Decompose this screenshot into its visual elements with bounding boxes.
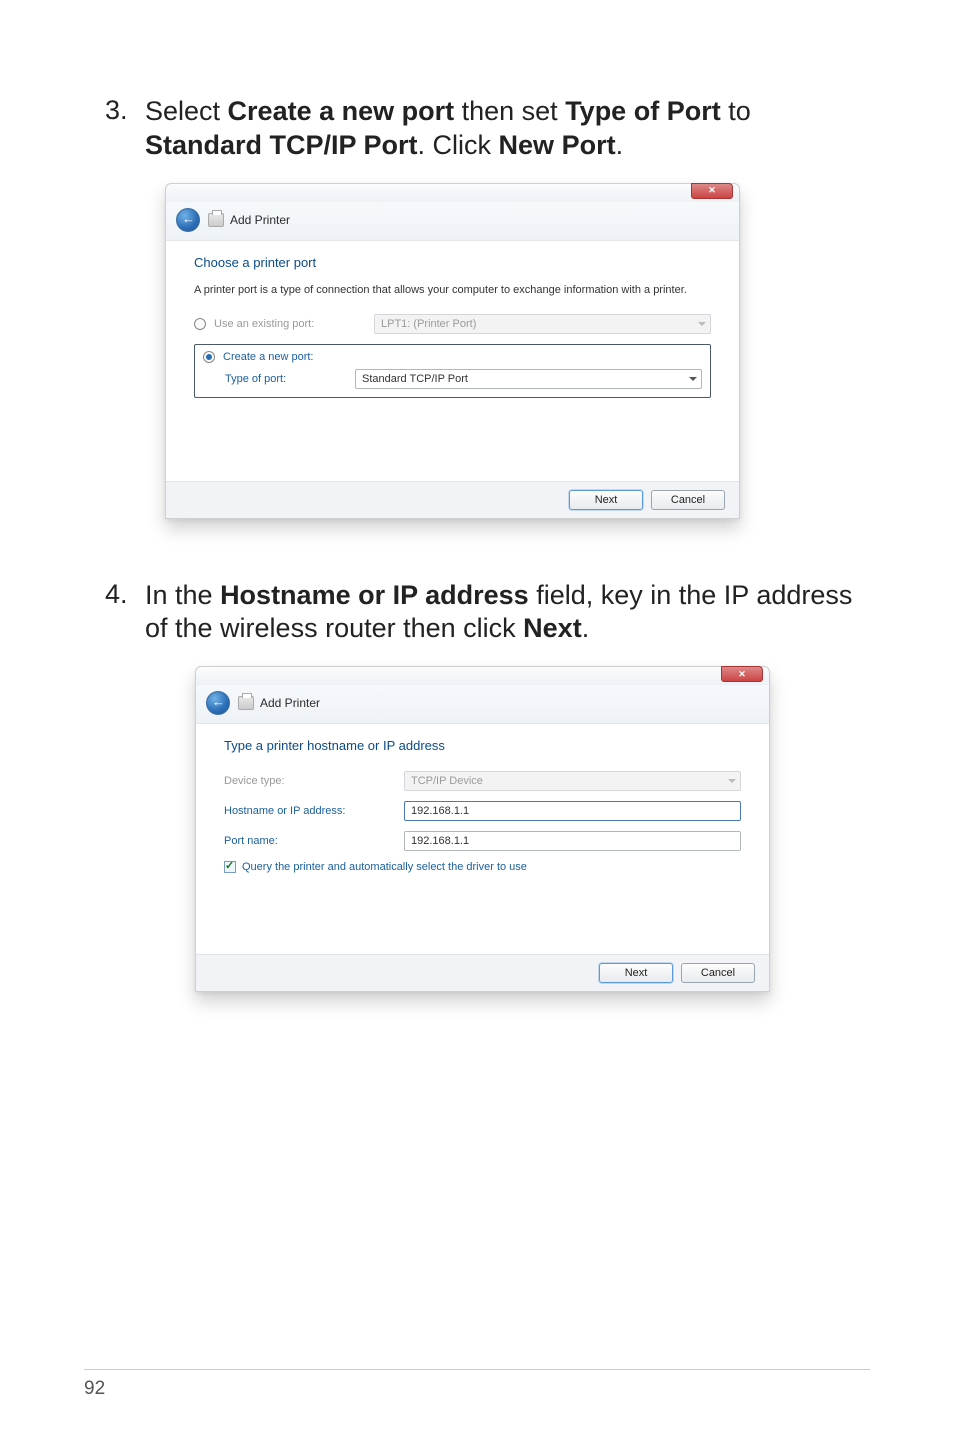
dialog-heading: Type a printer hostname or IP address — [224, 738, 741, 753]
type-of-port-select[interactable]: Standard TCP/IP Port — [355, 369, 702, 389]
create-new-label: Create a new port: — [223, 351, 383, 363]
page-footer: 92 — [84, 1369, 870, 1400]
device-type-select[interactable]: TCP/IP Device — [404, 771, 741, 791]
dialog-topbar: ✕ — [166, 184, 739, 202]
page-number: 92 — [84, 1378, 870, 1400]
dialog-topbar: ✕ — [196, 667, 769, 685]
close-icon[interactable]: ✕ — [691, 183, 733, 199]
device-type-label: Device type: — [224, 775, 404, 787]
printer-icon — [238, 696, 254, 710]
query-printer-checkbox[interactable] — [224, 861, 236, 873]
dialog-title: Add Printer — [260, 696, 320, 710]
step-3: 3. Select Create a new port then set Typ… — [105, 95, 874, 163]
step-text: In the Hostname or IP address field, key… — [145, 579, 874, 647]
dialog-footer: Next Cancel — [166, 481, 739, 518]
existing-port-select[interactable]: LPT1: (Printer Port) — [374, 314, 711, 334]
next-button[interactable]: Next — [599, 963, 673, 983]
create-new-radio[interactable] — [203, 351, 215, 363]
add-printer-dialog-1: ✕ Add Printer Choose a printer port A pr… — [165, 183, 740, 519]
chevron-down-icon — [689, 377, 697, 381]
use-existing-label: Use an existing port: — [214, 318, 374, 330]
back-button[interactable] — [176, 208, 200, 232]
step-number: 3. — [105, 95, 145, 163]
add-printer-dialog-2: ✕ Add Printer Type a printer hostname or… — [195, 666, 770, 992]
dialog-header: Add Printer — [166, 202, 739, 241]
dialog-heading: Choose a printer port — [194, 255, 711, 270]
dialog-header: Add Printer — [196, 685, 769, 724]
query-printer-label: Query the printer and automatically sele… — [242, 861, 527, 873]
create-new-port-group: Create a new port: Type of port: Standar… — [194, 344, 711, 398]
back-button[interactable] — [206, 691, 230, 715]
port-name-input[interactable] — [404, 831, 741, 851]
dialog-body: Choose a printer port A printer port is … — [166, 241, 739, 481]
next-button[interactable]: Next — [569, 490, 643, 510]
cancel-button[interactable]: Cancel — [651, 490, 725, 510]
use-existing-radio[interactable] — [194, 318, 206, 330]
dialog-footer: Next Cancel — [196, 954, 769, 991]
step-4: 4. In the Hostname or IP address field, … — [105, 579, 874, 647]
printer-icon — [208, 213, 224, 227]
chevron-down-icon — [698, 322, 706, 326]
hostname-label: Hostname or IP address: — [224, 805, 404, 817]
dialog-title: Add Printer — [230, 213, 290, 227]
hostname-input[interactable] — [404, 801, 741, 821]
type-of-port-label: Type of port: — [203, 373, 355, 385]
use-existing-row: Use an existing port: LPT1: (Printer Por… — [194, 314, 711, 334]
close-icon[interactable]: ✕ — [721, 666, 763, 682]
port-name-label: Port name: — [224, 835, 404, 847]
chevron-down-icon — [728, 779, 736, 783]
cancel-button[interactable]: Cancel — [681, 963, 755, 983]
dialog-description: A printer port is a type of connection t… — [194, 284, 711, 296]
step-number: 4. — [105, 579, 145, 647]
step-text: Select Create a new port then set Type o… — [145, 95, 874, 163]
dialog-body: Type a printer hostname or IP address De… — [196, 724, 769, 954]
